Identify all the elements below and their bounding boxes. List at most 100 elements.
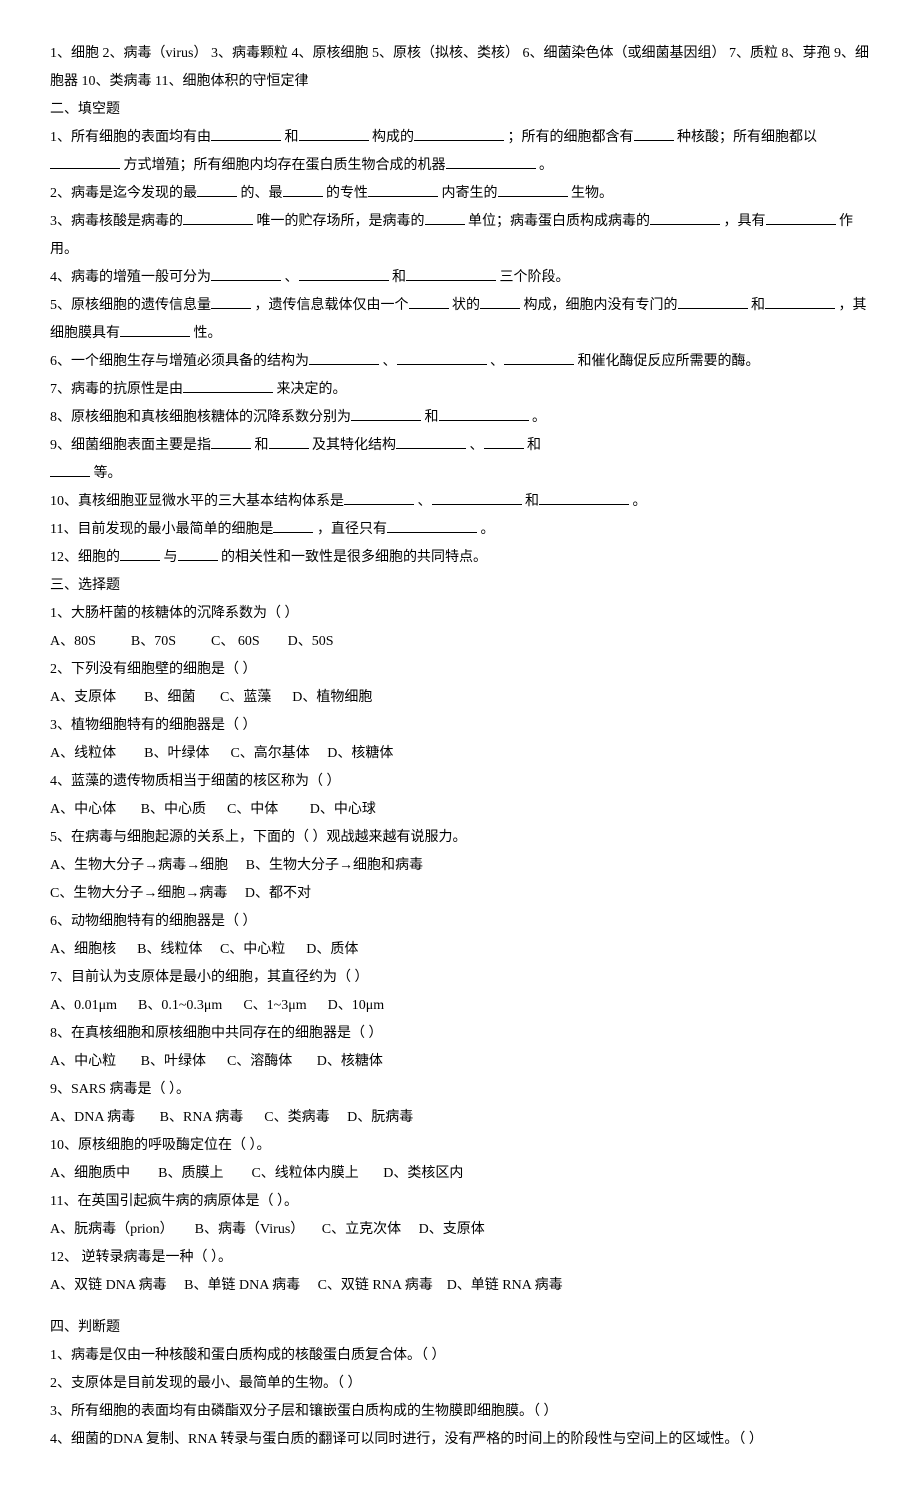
mc-q9: 9、SARS 病毒是（ ）。 [50, 1076, 870, 1104]
blank[interactable] [409, 294, 449, 309]
blank[interactable] [178, 546, 218, 561]
blank[interactable] [406, 266, 496, 281]
blank[interactable] [309, 350, 379, 365]
blank[interactable] [211, 266, 281, 281]
text: 与 [164, 550, 178, 565]
text: 、 [418, 494, 432, 509]
blank[interactable] [432, 490, 522, 505]
blank[interactable] [183, 378, 273, 393]
text: 生物。 [571, 186, 613, 201]
blank[interactable] [50, 154, 120, 169]
blank[interactable] [197, 182, 237, 197]
blank[interactable] [211, 294, 251, 309]
mc-q11-choices: A、朊病毒（prion） B、病毒（Virus） C、立克次体 D、支原体 [50, 1216, 870, 1244]
fill-q3: 3、病毒核酸是病毒的 唯一的贮存场所，是病毒的 单位；病毒蛋白质构成病毒的 ，具… [50, 208, 870, 264]
text: 和 [285, 130, 299, 145]
blank[interactable] [299, 126, 369, 141]
mc-q5-choices2: C、生物大分子→细胞→病毒 D、都不对 [50, 880, 870, 908]
mc-q8-choices: A、中心粒 B、叶绿体 C、溶酶体 D、核糖体 [50, 1048, 870, 1076]
text: 1、所有细胞的表面均有由 [50, 130, 211, 145]
blank[interactable] [273, 518, 313, 533]
blank[interactable] [183, 210, 253, 225]
mc-q6-choices: A、细胞核 B、线粒体 C、中心粒 D、质体 [50, 936, 870, 964]
fill-q12: 12、细胞的 与 的相关性和一致性是很多细胞的共同特点。 [50, 544, 870, 572]
blank[interactable] [50, 462, 90, 477]
text: 11、目前发现的最小最简单的细胞是 [50, 522, 273, 537]
mc-q4: 4、蓝藻的遗传物质相当于细菌的核区称为（ ） [50, 768, 870, 796]
mc-q12-choices: A、双链 DNA 病毒 B、单链 DNA 病毒 C、双链 RNA 病毒 D、单链… [50, 1272, 870, 1300]
blank[interactable] [120, 322, 190, 337]
blank[interactable] [766, 210, 836, 225]
mc-q7: 7、目前认为支原体是最小的细胞，其直径约为（ ） [50, 964, 870, 992]
blank[interactable] [678, 294, 748, 309]
blank[interactable] [283, 182, 323, 197]
tf-q1: 1、病毒是仅由一种核酸和蛋白质构成的核酸蛋白质复合体。（ ） [50, 1342, 870, 1370]
blank[interactable] [211, 434, 251, 449]
text: 和 [751, 298, 765, 313]
blank[interactable] [425, 210, 465, 225]
fill-q11: 11、目前发现的最小最简单的细胞是 ，直径只有 。 [50, 516, 870, 544]
blank[interactable] [539, 490, 629, 505]
mc-q3-choices: A、线粒体 B、叶绿体 C、高尔基体 D、核糖体 [50, 740, 870, 768]
fill-q4: 4、病毒的增殖一般可分为 、 和 三个阶段。 [50, 264, 870, 292]
mc-q12: 12、 逆转录病毒是一种（ ）。 [50, 1244, 870, 1272]
text: 和 [392, 270, 406, 285]
mc-q9-choices: A、DNA 病毒 B、RNA 病毒 C、类病毒 D、朊病毒 [50, 1104, 870, 1132]
fill-q6: 6、一个细胞生存与增殖必须具备的结构为 、 、 和催化酶促反应所需要的酶。 [50, 348, 870, 376]
blank[interactable] [397, 350, 487, 365]
blank[interactable] [368, 182, 438, 197]
text: 10、真核细胞亚显微水平的三大基本结构体系是 [50, 494, 344, 509]
text: ，具有 [724, 214, 766, 229]
text: 6、一个细胞生存与增殖必须具备的结构为 [50, 354, 309, 369]
blank[interactable] [344, 490, 414, 505]
fill-q1: 1、所有细胞的表面均有由 和 构成的 ；所有的细胞都含有 种核酸；所有细胞都以 … [50, 124, 870, 180]
blank[interactable] [387, 518, 477, 533]
fill-q2: 2、病毒是迄今发现的最 的、最 的专性 内寄生的 生物。 [50, 180, 870, 208]
text: 5、原核细胞的遗传信息量 [50, 298, 211, 313]
blank[interactable] [269, 434, 309, 449]
blank[interactable] [650, 210, 720, 225]
text: 。 [539, 158, 553, 173]
blank[interactable] [299, 266, 389, 281]
mc-q8: 8、在真核细胞和原核细胞中共同存在的细胞器是（ ） [50, 1020, 870, 1048]
blank[interactable] [504, 350, 574, 365]
text: 方式增殖；所有细胞内均存在蛋白质生物合成的机器 [124, 158, 446, 173]
blank[interactable] [484, 434, 524, 449]
blank[interactable] [414, 126, 504, 141]
blank[interactable] [498, 182, 568, 197]
blank[interactable] [634, 126, 674, 141]
blank[interactable] [351, 406, 421, 421]
text: 单位；病毒蛋白质构成病毒的 [468, 214, 650, 229]
text: 构成的 [372, 130, 414, 145]
text: 。 [532, 410, 546, 425]
text: 的、最 [241, 186, 283, 201]
blank[interactable] [396, 434, 466, 449]
text: 、 [470, 438, 484, 453]
tf-q4: 4、细菌的DNA 复制、RNA 转录与蛋白质的翻译可以同时进行，没有严格的时间上… [50, 1426, 870, 1454]
tf-q2: 2、支原体是目前发现的最小、最简单的生物。（ ） [50, 1370, 870, 1398]
text: 和 [255, 438, 269, 453]
blank[interactable] [446, 154, 536, 169]
text: 9、细菌细胞表面主要是指 [50, 438, 211, 453]
text: 。 [480, 522, 494, 537]
text: 种核酸；所有细胞都以 [677, 130, 817, 145]
blank[interactable] [120, 546, 160, 561]
text: 内寄生的 [442, 186, 498, 201]
section3-title: 三、选择题 [50, 572, 870, 600]
blank[interactable] [765, 294, 835, 309]
section2-title: 二、填空题 [50, 96, 870, 124]
blank[interactable] [211, 126, 281, 141]
blank[interactable] [439, 406, 529, 421]
blank[interactable] [480, 294, 520, 309]
text: ；所有的细胞都含有 [508, 130, 634, 145]
text: 和 [525, 494, 539, 509]
mc-q5-choices1: A、生物大分子→病毒→细胞 B、生物大分子→细胞和病毒 [50, 852, 870, 880]
mc-q7-choices: A、0.01μm B、0.1~0.3μm C、1~3μm D、10μm [50, 992, 870, 1020]
mc-q10: 10、原核细胞的呼吸酶定位在（ ）。 [50, 1132, 870, 1160]
mc-q4-choices: A、中心体 B、中心质 C、中体 D、中心球 [50, 796, 870, 824]
text: 。 [633, 494, 647, 509]
text: 来决定的。 [277, 382, 347, 397]
text: 的专性 [326, 186, 368, 201]
text: 三个阶段。 [500, 270, 570, 285]
text: ，直径只有 [317, 522, 387, 537]
